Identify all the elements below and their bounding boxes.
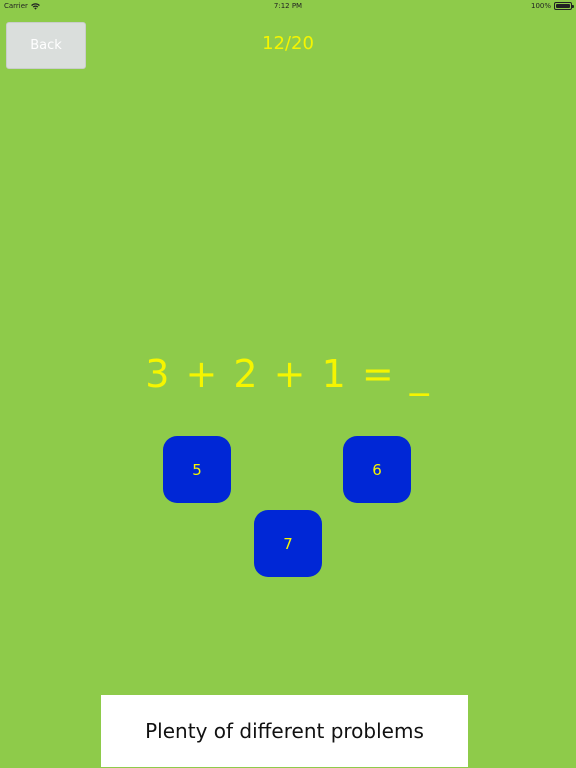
answer-button-3[interactable]: 7 xyxy=(254,510,322,577)
math-equation: 3 + 2 + 1 = _ xyxy=(145,352,431,396)
caption-banner: Plenty of different problems xyxy=(101,695,468,767)
battery-fill xyxy=(556,4,570,8)
battery-icon xyxy=(554,2,574,10)
answer-button-2[interactable]: 6 xyxy=(343,436,411,503)
caption-text: Plenty of different problems xyxy=(145,719,424,743)
answer-button-1[interactable]: 5 xyxy=(163,436,231,503)
status-time: 7:12 PM xyxy=(273,2,303,10)
status-right: 100% xyxy=(530,2,574,10)
status-bar: Carrier 7:12 PM 100% xyxy=(0,0,576,12)
progress-counter: 12/20 xyxy=(262,33,314,54)
battery-percent: 100% xyxy=(530,2,551,10)
